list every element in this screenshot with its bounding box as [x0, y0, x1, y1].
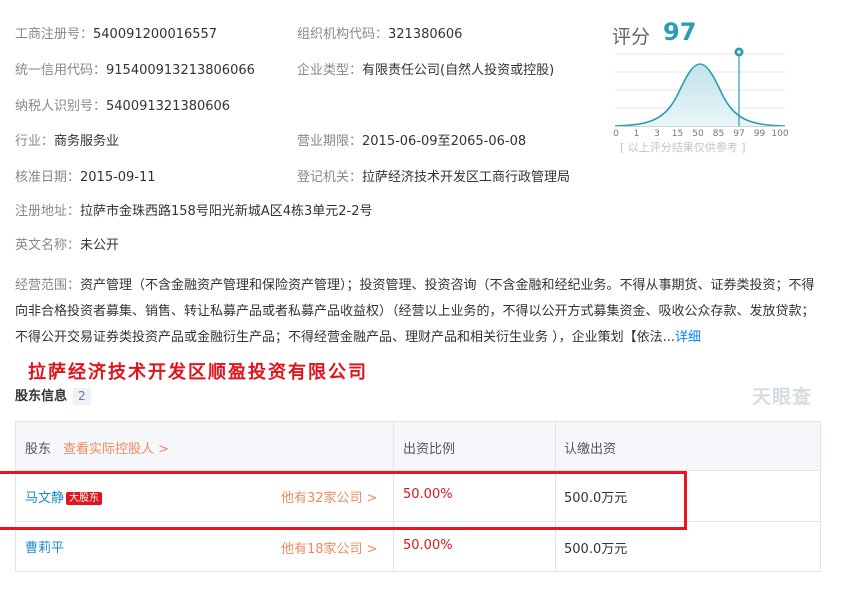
- credit-code-label: 统一信用代码：: [15, 63, 107, 78]
- highlight-box: [0, 471, 687, 530]
- credit-code-value: 915400913213806066: [106, 63, 255, 78]
- company-type-row: 企业类型：有限责任公司(自然人投资或控股): [297, 62, 554, 80]
- taxpayer-id-row: 纳税人识别号：540091321380606: [15, 98, 230, 116]
- company-type-label: 企业类型：: [297, 63, 363, 78]
- industry-label: 行业：: [15, 134, 55, 149]
- score-axis-tick-label: 97: [733, 129, 744, 136]
- english-name-row: 英文名称：未公开: [15, 237, 119, 255]
- score-distribution-chart: 0 1 3 15 50 85 97 99 100: [613, 47, 789, 136]
- taxpayer-id-label: 纳税人识别号：: [15, 99, 107, 114]
- holder-capital: 500.0万元: [564, 542, 628, 557]
- org-code-row: 组织机构代码：321380606: [297, 26, 462, 44]
- scope-more-link[interactable]: 详细: [675, 330, 701, 345]
- score-note: [ 以上评分结果仅供参考 ]: [620, 141, 746, 154]
- score-marker-dot: [737, 50, 741, 54]
- holder-other-companies-link[interactable]: 他有18家公司 >: [281, 538, 378, 557]
- english-name-label: 英文名称：: [15, 238, 81, 253]
- shareholders-header: 股东信息 2: [15, 385, 91, 405]
- company-type-value: 有限责任公司(自然人投资或控股): [362, 63, 555, 78]
- reg-no-row: 工商注册号：540091200016557: [15, 26, 217, 44]
- score-axis-tick-label: 100: [771, 129, 788, 136]
- score-axis-tick-label: 15: [672, 129, 683, 136]
- reg-no-value: 540091200016557: [93, 27, 218, 42]
- business-term-value: 2015-06-09至2065-06-08: [362, 134, 527, 149]
- registration-authority-value: 拉萨经济技术开发区工商行政管理局: [362, 170, 571, 185]
- col-ratio-header: 出资比例: [403, 442, 456, 457]
- score-axis-tick-label: 0: [613, 129, 619, 136]
- col-holder-header: 股东: [25, 442, 52, 457]
- approval-date-row: 核准日期：2015-09-11: [15, 169, 156, 187]
- holder-name-link[interactable]: 曹莉平: [25, 537, 64, 556]
- taxpayer-id-value: 540091321380606: [106, 99, 231, 114]
- industry-row: 行业：商务服务业: [15, 133, 119, 151]
- col-capital-header: 认缴出资: [564, 442, 617, 457]
- score-axis-ticks: 0 1 3 15 50 85 97 99 100: [613, 129, 789, 136]
- business-scope-label: 经营范围：: [15, 278, 81, 293]
- score-value: 97: [663, 18, 697, 46]
- business-term-label: 营业期限：: [297, 134, 363, 149]
- table-header: 股东 查看实际控股人 > 出资比例 认缴出资: [16, 422, 820, 471]
- score-axis-tick-label: 85: [713, 129, 724, 136]
- holder-ratio: 50.00%: [403, 538, 453, 553]
- address-value: 拉萨市金珠西路158号阳光新城A区4栋3单元2-2号: [80, 204, 373, 219]
- registration-authority-label: 登记机关：: [297, 170, 363, 185]
- english-name-value: 未公开: [80, 238, 120, 253]
- view-controller-link[interactable]: 查看实际控股人 >: [63, 438, 169, 457]
- credit-code-row: 统一信用代码：915400913213806066: [15, 62, 255, 80]
- shareholders-count: 2: [73, 388, 91, 405]
- org-code-value: 321380606: [388, 27, 463, 42]
- industry-value: 商务服务业: [54, 134, 120, 149]
- org-code-label: 组织机构代码：: [297, 27, 389, 42]
- approval-date-label: 核准日期：: [15, 170, 81, 185]
- address-label: 注册地址：: [15, 204, 81, 219]
- approval-date-value: 2015-09-11: [80, 170, 156, 185]
- score-axis-tick-label: 1: [634, 129, 640, 136]
- score-axis-tick-label: 50: [692, 129, 704, 136]
- company-title: 拉萨经济技术开发区顺盈投资有限公司: [28, 362, 368, 383]
- address-row: 注册地址：拉萨市金珠西路158号阳光新城A区4栋3单元2-2号: [15, 203, 373, 221]
- score-axis-tick-label: 3: [654, 129, 660, 136]
- business-term-row: 营业期限：2015-06-09至2065-06-08: [297, 133, 526, 151]
- bell-curve-fill: [615, 64, 785, 126]
- tianyancha-logo: 天眼查: [752, 386, 813, 408]
- score-axis-tick-label: 99: [754, 129, 766, 136]
- registration-authority-row: 登记机关：拉萨经济技术开发区工商行政管理局: [297, 169, 570, 187]
- reg-no-label: 工商注册号：: [15, 27, 94, 42]
- shareholders-title: 股东信息: [15, 389, 68, 404]
- business-scope: 经营范围：资产管理（不含金融资产管理和保险资产管理）；投资管理、投资咨询（不含金…: [15, 273, 825, 351]
